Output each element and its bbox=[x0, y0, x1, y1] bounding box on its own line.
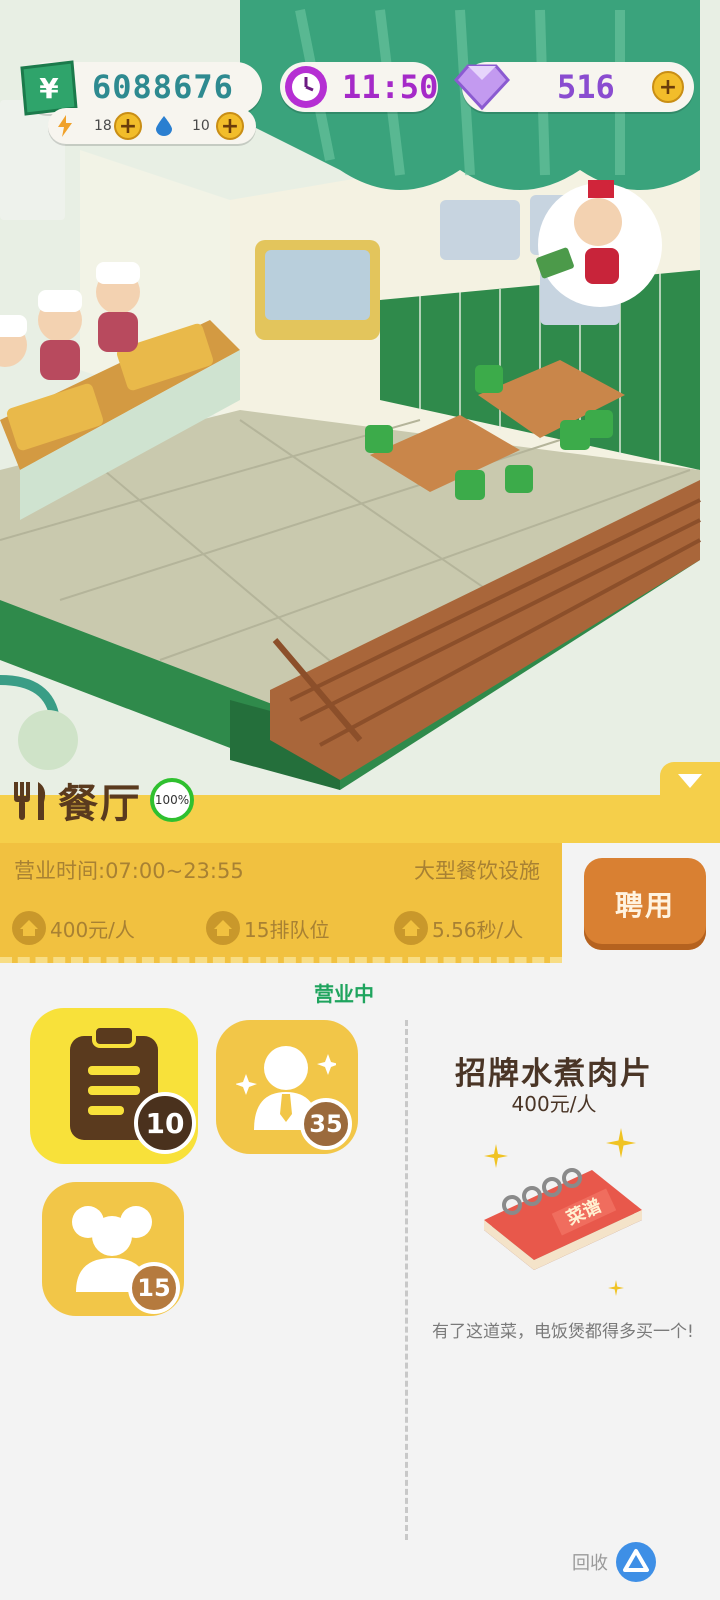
menu-tile[interactable]: 10 bbox=[30, 1008, 198, 1164]
fork-knife-icon bbox=[14, 782, 46, 820]
water-icon bbox=[156, 116, 172, 136]
chevron-down-icon bbox=[678, 774, 702, 788]
facility-type: 大型餐饮设施 bbox=[414, 859, 540, 883]
water-counter: 10 bbox=[156, 114, 210, 138]
staff-tile[interactable]: 35 bbox=[216, 1020, 358, 1154]
stat-price: 400元/人 bbox=[12, 911, 135, 945]
gem-plus-button[interactable]: + bbox=[652, 71, 684, 103]
progress-value: 100% bbox=[154, 793, 190, 807]
progress-badge: 100% bbox=[150, 778, 194, 822]
resource-bar: 18 + 10 + bbox=[48, 108, 256, 144]
clock-icon bbox=[285, 66, 327, 108]
stat-speed: 5.56秒/人 bbox=[394, 911, 523, 945]
info-ticket: 营业时间:07:00~23:55 大型餐饮设施 400元/人 15排队位 5.5… bbox=[0, 843, 562, 963]
energy-value: 18 bbox=[94, 118, 112, 134]
stat-price-value: 400元/人 bbox=[50, 917, 135, 942]
dish-description: 有了这道菜，电饭煲都得多买一个! bbox=[432, 1322, 694, 1342]
gem-counter: 516 + bbox=[454, 62, 694, 112]
guests-tile[interactable]: 15 bbox=[42, 1182, 184, 1316]
gem-value: 516 bbox=[557, 68, 615, 106]
guests-count-badge: 15 bbox=[128, 1262, 180, 1314]
game-clock: 11:50 bbox=[280, 62, 438, 112]
menu-count-badge: 10 bbox=[134, 1092, 196, 1154]
business-status: 营业中 bbox=[314, 982, 374, 1006]
money-symbol: ¥ bbox=[39, 72, 59, 105]
hire-button[interactable]: 聘用 bbox=[584, 858, 706, 950]
stat-queue-value: 15排队位 bbox=[244, 917, 330, 942]
gem-icon bbox=[454, 64, 510, 111]
stat-queue: 15排队位 bbox=[206, 911, 329, 945]
money-value: 6088676 bbox=[92, 68, 234, 106]
staff-count-badge: 35 bbox=[300, 1098, 352, 1150]
sparkle-icon bbox=[606, 1128, 636, 1158]
home-icon bbox=[12, 911, 46, 945]
money-counter: ¥ 6088676 bbox=[20, 60, 262, 116]
home-icon bbox=[206, 911, 240, 945]
stat-speed-value: 5.56秒/人 bbox=[432, 917, 524, 942]
energy-icon bbox=[58, 115, 72, 137]
recycle-control[interactable]: 回收 bbox=[572, 1540, 656, 1584]
recipe-book-icon[interactable]: 菜谱 bbox=[472, 1150, 662, 1300]
energy-plus-button[interactable]: + bbox=[114, 112, 142, 140]
energy-counter: 18 bbox=[56, 114, 112, 138]
clock-value: 11:50 bbox=[342, 68, 439, 106]
water-value: 10 bbox=[192, 118, 210, 134]
recycle-icon bbox=[623, 1549, 649, 1572]
panel-title-row: 餐厅 100% bbox=[8, 770, 194, 830]
business-hours: 营业时间:07:00~23:55 bbox=[14, 859, 244, 883]
recycle-button[interactable] bbox=[616, 1542, 656, 1582]
dish-price: 400元/人 bbox=[511, 1092, 597, 1116]
dish-name: 招牌水煮肉片 bbox=[455, 1056, 653, 1092]
recycle-label: 回收 bbox=[572, 1553, 608, 1574]
panel-title: 餐厅 bbox=[58, 781, 142, 827]
sparkle-icon bbox=[608, 1280, 624, 1296]
water-plus-button[interactable]: + bbox=[216, 112, 244, 140]
sparkle-icon bbox=[484, 1144, 508, 1168]
panel-divider bbox=[405, 1020, 408, 1540]
collapse-panel-button[interactable] bbox=[660, 762, 720, 798]
home-icon bbox=[394, 911, 428, 945]
